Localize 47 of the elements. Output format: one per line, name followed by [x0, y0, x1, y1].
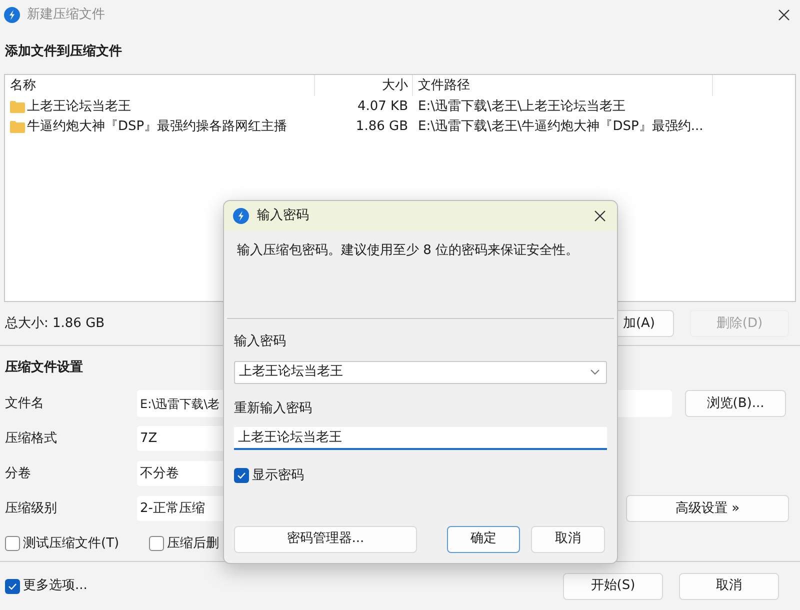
dialog-message: 输入压缩包密码。建议使用至少 8 位的密码来保证安全性。 — [237, 243, 579, 258]
checkbox[interactable] — [5, 578, 20, 594]
check-icon — [237, 472, 246, 480]
field-label: 压缩格式 — [4, 430, 58, 448]
column-header[interactable]: 大小 — [382, 76, 408, 96]
close-icon[interactable] — [594, 210, 606, 222]
app-logo-icon — [4, 7, 20, 23]
dialog-title: 输入密码 — [257, 207, 309, 226]
checkbox[interactable] — [234, 468, 249, 484]
chevron-down-icon — [590, 369, 600, 375]
file-size: 4.07 KB — [357, 99, 408, 114]
advanced-settings-button[interactable]: 高级设置 » — [626, 495, 789, 522]
app-logo-icon — [233, 208, 249, 224]
column-header[interactable]: 名称 — [10, 76, 36, 96]
field-label: 文件名 — [4, 394, 45, 413]
file-path: E:\迅雷下载\老王\牛逼约炮大神『DSP』最强约... — [418, 119, 704, 134]
browse-button[interactable]: 浏览(B)... — [685, 390, 786, 417]
field-label: 压缩级别 — [4, 500, 58, 518]
dialog-button[interactable]: 确定 — [447, 526, 520, 552]
folder-icon — [10, 101, 25, 113]
checkbox[interactable] — [149, 536, 164, 551]
checkbox-label: 测试压缩文件(T) — [23, 534, 120, 553]
password-combobox[interactable]: 上老王论坛当老王 — [234, 360, 607, 384]
checkbox[interactable] — [5, 536, 20, 551]
window-title: 新建压缩文件 — [27, 6, 105, 24]
close-icon[interactable] — [778, 9, 790, 21]
total-size: 总大小: 1.86 GB — [5, 314, 105, 333]
footer-button[interactable]: 开始(S) — [563, 572, 663, 600]
folder-icon — [10, 121, 25, 133]
dialog-button[interactable]: 取消 — [531, 526, 605, 552]
file-name: 牛逼约炮大神『DSP』最强约操各路网红主播 — [27, 118, 288, 136]
checkbox-label: 显示密码 — [252, 467, 304, 485]
field-label: 重新输入密码 — [234, 400, 313, 418]
checkbox-label: 压缩后删 — [167, 534, 220, 553]
file-path: E:\迅雷下载\老王\上老王论坛当老王 — [418, 99, 626, 114]
check-icon — [8, 582, 17, 590]
file-name: 上老王论坛当老王 — [27, 98, 131, 116]
checkbox-label: 更多选项... — [23, 577, 88, 596]
dialog-button[interactable]: 密码管理器... — [234, 526, 417, 552]
file-size: 1.86 GB — [356, 119, 408, 134]
section-heading: 添加文件到压缩文件 — [5, 42, 122, 62]
footer-button[interactable]: 取消 — [679, 572, 779, 600]
column-header[interactable]: 文件路径 — [418, 76, 470, 96]
section-heading: 压缩文件设置 — [5, 358, 83, 378]
password-input[interactable]: 上老王论坛当老王 — [234, 427, 607, 450]
field-label: 分卷 — [4, 464, 32, 483]
field-label: 输入密码 — [234, 333, 287, 351]
